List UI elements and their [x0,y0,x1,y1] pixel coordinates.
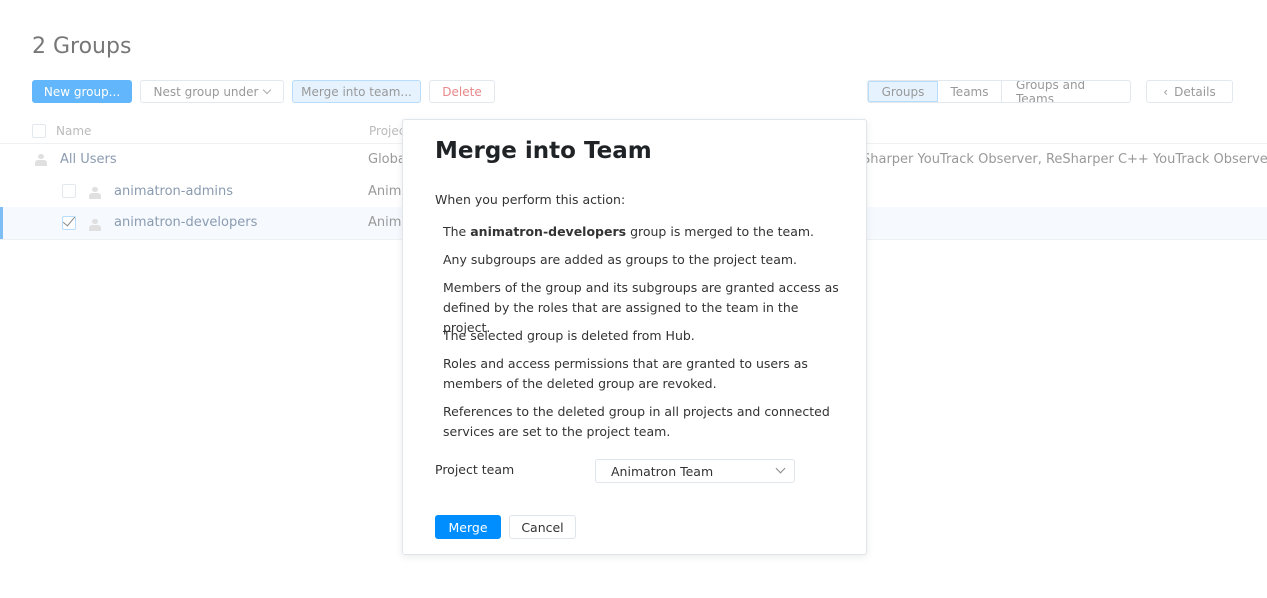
select-all-checkbox[interactable] [32,124,46,138]
row-checkbox[interactable] [62,184,76,198]
project-team-label: Project team [435,462,514,477]
item-text: group is merged to the team. [626,224,814,239]
nest-group-under-button[interactable]: Nest group under [140,80,284,103]
group-name[interactable]: animatron-developers [114,215,257,230]
dialog-item: References to the deleted group in all p… [443,402,843,442]
column-header-project[interactable]: Projec [369,124,405,138]
project-team-value: Animatron Team [611,464,713,479]
delete-button[interactable]: Delete [429,80,495,103]
row-checkbox-checked[interactable] [62,216,76,230]
group-icon [88,187,102,199]
merge-into-team-dialog: Merge into Team When you perform this ac… [402,119,867,555]
item-text: The [443,224,470,239]
group-name[interactable]: animatron-admins [114,184,233,199]
project-team-select[interactable]: Animatron Team [595,459,795,483]
dialog-item: Roles and access permissions that are gr… [443,354,843,394]
merge-button[interactable]: Merge [435,515,501,539]
dialog-item: The animatron-developers group is merged… [443,222,843,242]
tab-teams[interactable]: Teams [938,81,1002,102]
group-project: Globa [368,152,406,167]
tab-groups-and-teams[interactable]: Groups and Teams [1002,81,1130,102]
chevron-left-icon: ‹ [1163,85,1168,99]
merge-into-team-button[interactable]: Merge into team... [292,80,421,103]
chevron-down-icon [776,464,786,474]
group-icon [34,154,48,166]
dialog-item: Any subgroups are added as groups to the… [443,250,843,270]
details-button[interactable]: ‹ Details [1146,80,1233,103]
new-group-button[interactable]: New group... [32,80,132,103]
checkmark-icon [63,213,75,226]
group-icon [88,219,102,231]
details-label: Details [1174,85,1216,99]
group-name[interactable]: All Users [60,152,117,167]
column-header-name[interactable]: Name [56,124,91,138]
page-title: 2 Groups [32,34,131,59]
dialog-item: The selected group is deleted from Hub. [443,326,843,346]
tab-groups[interactable]: Groups [868,81,938,102]
chevron-down-icon [263,86,271,94]
group-project-list: Sharper YouTrack Observer, ReSharper C++… [862,152,1267,167]
nest-group-label: Nest group under [154,85,259,99]
dialog-intro: When you perform this action: [435,190,835,210]
view-toggle: Groups Teams Groups and Teams [867,80,1131,103]
group-name-bold: animatron-developers [470,224,626,239]
dialog-title: Merge into Team [435,138,652,164]
cancel-button[interactable]: Cancel [509,515,576,539]
